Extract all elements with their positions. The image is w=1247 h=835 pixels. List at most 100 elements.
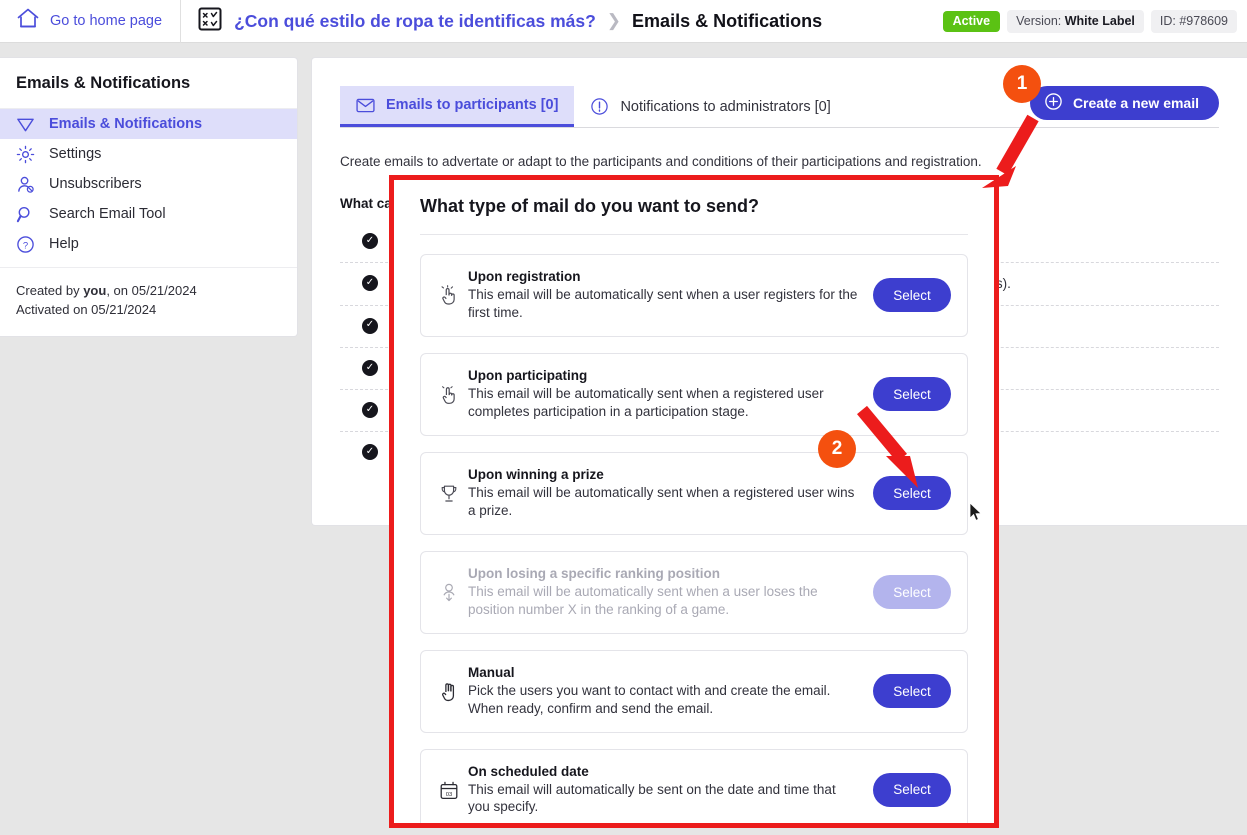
check-circle-icon: ✓ — [362, 317, 378, 334]
status-badge: Active — [942, 11, 1001, 32]
breadcrumb-separator-icon: ❯ — [606, 11, 622, 30]
option-title: Upon participating — [468, 367, 588, 383]
check-circle-icon: ✓ — [362, 359, 378, 376]
select-button-upon-winning-a-prize[interactable]: Select — [873, 476, 951, 511]
tab-label: Notifications to administrators [0] — [620, 98, 831, 115]
sidebar-item-settings[interactable]: Settings — [0, 139, 297, 169]
option-description: This email will be automatically sent wh… — [468, 287, 858, 320]
user-down-icon — [438, 580, 468, 604]
sidebar-item-search-email-tool[interactable]: Search Email Tool — [0, 199, 297, 229]
tab-bar: Emails to participants [0] Notifications… — [340, 86, 1219, 128]
alert-circle-icon — [590, 97, 609, 116]
option-body: Upon winning a prize This email will be … — [468, 467, 873, 520]
sidebar: Emails & Notifications Emails & Notifica… — [0, 57, 298, 337]
option-description: This email will automatically be sent on… — [468, 781, 836, 815]
search-icon — [14, 205, 36, 224]
version-prefix: Version: — [1016, 14, 1065, 28]
top-bar: Go to home page ¿Con qué estilo de ropa … — [0, 0, 1247, 43]
send-icon — [14, 115, 36, 134]
go-to-home-page-link[interactable]: Go to home page — [0, 0, 182, 43]
option-manual[interactable]: Manual Pick the users you want to contac… — [420, 649, 968, 733]
created-suffix: , on 05/21/2024 — [106, 283, 197, 298]
tab-notifications-to-administrators[interactable]: Notifications to administrators [0] — [574, 86, 846, 127]
sidebar-item-help[interactable]: ? Help — [0, 229, 297, 259]
select-button-on-scheduled-date[interactable]: Select — [873, 772, 951, 807]
created-who: you — [83, 283, 107, 298]
gear-icon — [14, 145, 36, 164]
select-button-manual[interactable]: Select — [873, 674, 951, 709]
question-circle-icon: ? — [14, 235, 36, 254]
sidebar-item-unsubscribers[interactable]: Unsubscribers — [0, 169, 297, 199]
sidebar-item-label: Emails & Notifications — [49, 116, 203, 132]
create-a-new-email-button[interactable]: Create a new email — [1029, 86, 1219, 120]
option-body: Upon registration This email will be aut… — [468, 269, 873, 322]
option-upon-winning-a-prize[interactable]: Upon winning a prize This email will be … — [420, 451, 968, 535]
option-on-scheduled-date[interactable]: 03 On scheduled date This email will aut… — [420, 748, 968, 823]
option-title: Manual — [468, 664, 515, 680]
option-title: Upon losing a specific ranking position — [468, 565, 721, 581]
breadcrumb: ¿Con qué estilo de ropa te identificas m… — [181, 6, 822, 37]
check-circle-icon: ✓ — [362, 401, 378, 418]
app-root: Go to home page ¿Con qué estilo de ropa … — [0, 0, 1247, 835]
sidebar-item-emails-notifications[interactable]: Emails & Notifications — [0, 109, 297, 139]
home-icon — [16, 7, 40, 35]
calendar-icon: 03 — [438, 778, 468, 802]
option-upon-registration[interactable]: Upon registration This email will be aut… — [420, 254, 968, 337]
intro-text: Create emails to advertate or adapt to t… — [340, 154, 982, 169]
option-description: This email will be automatically sent wh… — [468, 583, 818, 617]
sidebar-nav: Emails & Notifications Settings Unsubscr… — [0, 108, 297, 267]
annotation-step-badge-1: 1 — [1003, 65, 1041, 103]
option-description: This email will be automatically sent wh… — [468, 385, 824, 419]
option-body: On scheduled date This email will automa… — [468, 764, 873, 817]
svg-text:03: 03 — [446, 792, 453, 798]
hand-icon — [438, 679, 468, 703]
activated-line: Activated on 05/21/2024 — [16, 301, 157, 317]
option-description: This email will be automatically sent wh… — [468, 484, 855, 518]
envelope-icon — [356, 98, 375, 113]
create-button-label: Create a new email — [1072, 95, 1199, 111]
option-title: Upon registration — [468, 269, 581, 284]
trophy-icon — [438, 481, 468, 505]
plus-circle-icon — [1044, 92, 1063, 114]
modal-title: What type of mail do you want to send? — [420, 196, 760, 216]
option-description: Pick the users you want to contact with … — [468, 682, 831, 716]
sidebar-item-label: Settings — [49, 146, 102, 162]
annotation-step-badge-2: 2 — [818, 430, 856, 468]
tap-hand-icon — [438, 382, 468, 406]
check-circle-icon: ✓ — [362, 233, 378, 250]
sidebar-item-label: Unsubscribers — [49, 176, 142, 192]
sidebar-title: Emails & Notifications — [16, 74, 191, 92]
sidebar-footer: Created by you, on 05/21/2024 Activated … — [0, 267, 297, 336]
select-button-upon-losing-ranking-position: Select — [873, 575, 951, 610]
check-circle-icon: ✓ — [362, 444, 378, 461]
check-circle-icon: ✓ — [362, 275, 378, 292]
mail-type-options: Upon registration This email will be aut… — [392, 235, 996, 823]
svg-text:?: ? — [22, 240, 27, 251]
select-button-upon-participating[interactable]: Select — [873, 377, 951, 412]
click-hand-icon — [438, 283, 468, 307]
top-bar-meta: Active Version: White Label ID: #978609 — [942, 0, 1237, 43]
option-title: On scheduled date — [468, 763, 589, 779]
tab-label: Emails to participants [0] — [386, 97, 559, 113]
select-button-upon-registration[interactable]: Select — [873, 278, 951, 313]
created-prefix: Created by — [16, 283, 84, 298]
breadcrumb-quiz-name[interactable]: ¿Con qué estilo de ropa te identificas m… — [234, 11, 596, 32]
page-title: Emails & Notifications — [632, 10, 823, 31]
option-body: Upon participating This email will be au… — [468, 368, 873, 421]
sidebar-item-label: Search Email Tool — [49, 206, 166, 222]
id-chip: ID: #978609 — [1150, 10, 1237, 33]
version-chip: Version: White Label — [1007, 10, 1144, 33]
mail-type-modal: What type of mail do you want to send? U… — [392, 178, 996, 823]
option-body: Upon losing a specific ranking position … — [468, 566, 873, 619]
mouse-cursor-icon — [969, 502, 982, 521]
sidebar-item-label: Help — [49, 236, 79, 252]
option-upon-participating[interactable]: Upon participating This email will be au… — [420, 352, 968, 436]
home-link-label: Go to home page — [50, 13, 163, 29]
tab-emails-to-participants[interactable]: Emails to participants [0] — [340, 86, 575, 127]
version-value: White Label — [1064, 14, 1135, 28]
created-line: Created by you, on 05/21/2024 — [16, 282, 281, 301]
quiz-icon — [197, 6, 223, 37]
option-body: Manual Pick the users you want to contac… — [468, 665, 873, 718]
user-remove-icon — [14, 175, 36, 194]
option-title: Upon winning a prize — [468, 466, 604, 482]
